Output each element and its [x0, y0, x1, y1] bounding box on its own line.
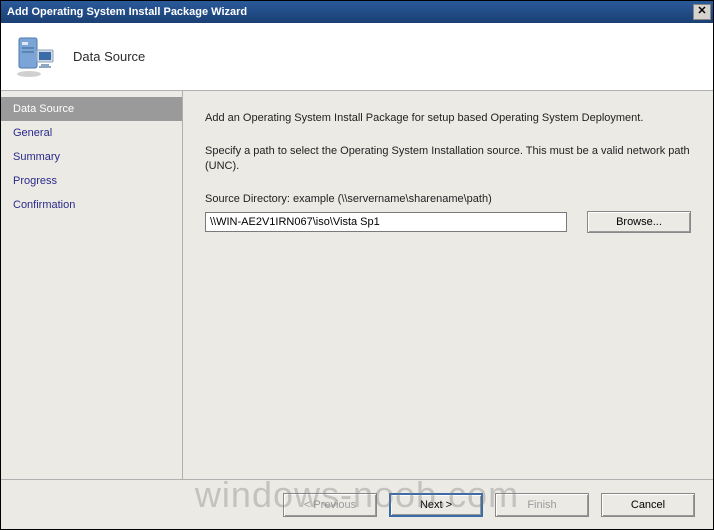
sidebar-item-data-source[interactable]: Data Source	[1, 97, 182, 121]
sidebar-item-confirmation[interactable]: Confirmation	[1, 193, 182, 217]
previous-button: < Previous	[283, 493, 377, 517]
sidebar: Data Source General Summary Progress Con…	[1, 91, 183, 479]
source-directory-row: Browse...	[205, 211, 691, 233]
body: Data Source General Summary Progress Con…	[1, 91, 713, 479]
instruction-text: Specify a path to select the Operating S…	[205, 144, 691, 174]
next-button[interactable]: Next >	[389, 493, 483, 517]
sidebar-item-label: Data Source	[13, 103, 74, 115]
browse-button[interactable]: Browse...	[587, 211, 691, 233]
source-directory-input[interactable]	[205, 212, 567, 232]
source-directory-label: Source Directory: example (\\servername\…	[205, 192, 691, 207]
header-band: Data Source	[1, 23, 713, 91]
sidebar-item-label: Summary	[13, 151, 60, 163]
sidebar-item-summary[interactable]: Summary	[1, 145, 182, 169]
content-pane: Add an Operating System Install Package …	[183, 91, 713, 479]
intro-text: Add an Operating System Install Package …	[205, 111, 691, 126]
finish-button: Finish	[495, 493, 589, 517]
computer-icon	[15, 36, 55, 78]
window-title: Add Operating System Install Package Wiz…	[7, 6, 247, 18]
sidebar-item-general[interactable]: General	[1, 121, 182, 145]
titlebar: Add Operating System Install Package Wiz…	[1, 1, 713, 23]
cancel-button[interactable]: Cancel	[601, 493, 695, 517]
sidebar-item-label: General	[13, 127, 52, 139]
sidebar-item-progress[interactable]: Progress	[1, 169, 182, 193]
page-title: Data Source	[73, 49, 145, 64]
footer: < Previous Next > Finish Cancel	[1, 479, 713, 529]
sidebar-item-label: Progress	[13, 175, 57, 187]
close-button[interactable]: ✕	[693, 4, 711, 20]
sidebar-item-label: Confirmation	[13, 199, 75, 211]
wizard-window: Add Operating System Install Package Wiz…	[0, 0, 714, 530]
